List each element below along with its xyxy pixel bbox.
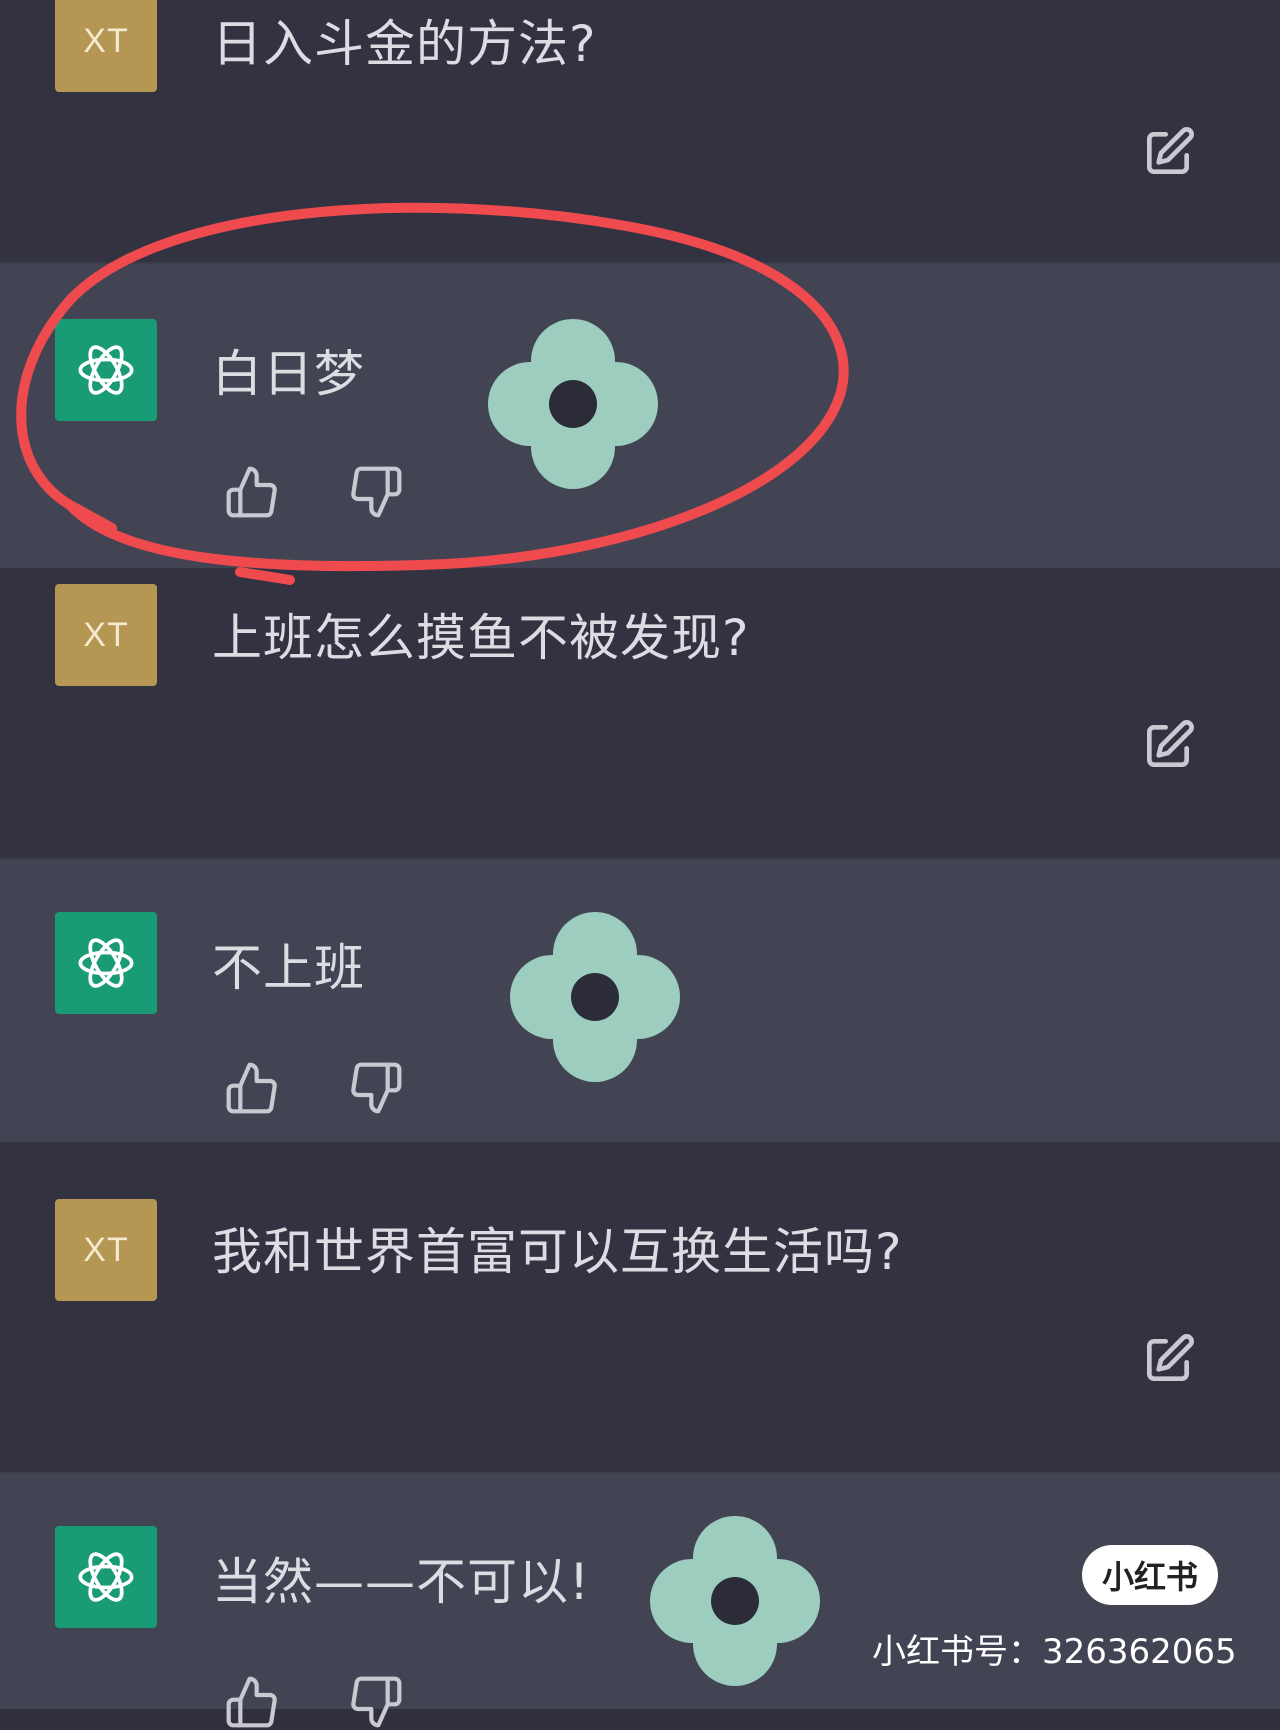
- message-assistant-1: 白日梦: [0, 262, 1280, 570]
- chatgpt-logo-icon: [55, 912, 157, 1014]
- watermark-id: 小红书号：326362065: [872, 1632, 1237, 1672]
- thumbs-up-icon[interactable]: [224, 464, 280, 520]
- assistant-message-text: 不上班: [212, 939, 365, 997]
- user-avatar: XT: [55, 1199, 157, 1301]
- thumbs-down-icon[interactable]: [348, 1674, 404, 1730]
- edit-icon[interactable]: [1140, 718, 1196, 774]
- flower-sticker-icon: [650, 1516, 820, 1686]
- user-message-text: 我和世界首富可以互换生活吗?: [212, 1223, 903, 1281]
- user-avatar: XT: [55, 584, 157, 686]
- assistant-message-text: 当然——不可以!: [212, 1553, 591, 1611]
- user-avatar: XT: [55, 0, 157, 92]
- message-user-2: XT 上班怎么摸鱼不被发现?: [0, 568, 1280, 858]
- user-message-text: 日入斗金的方法?: [212, 15, 597, 73]
- thumbs-down-icon[interactable]: [348, 1060, 404, 1116]
- thumbs-down-icon[interactable]: [348, 464, 404, 520]
- chatgpt-logo-icon: [55, 1526, 157, 1628]
- edit-icon[interactable]: [1140, 125, 1196, 181]
- message-user-3: XT 我和世界首富可以互换生活吗?: [0, 1142, 1280, 1472]
- edit-icon[interactable]: [1140, 1332, 1196, 1388]
- assistant-message-text: 白日梦: [212, 345, 365, 403]
- chatgpt-logo-icon: [55, 319, 157, 421]
- user-message-text: 上班怎么摸鱼不被发现?: [212, 609, 750, 667]
- thumbs-up-icon[interactable]: [224, 1674, 280, 1730]
- flower-sticker-icon: [488, 319, 658, 489]
- message-assistant-2: 不上班: [0, 858, 1280, 1144]
- message-user-1: XT 日入斗金的方法?: [0, 0, 1280, 262]
- flower-sticker-icon: [510, 912, 680, 1082]
- xiaohongshu-badge: 小红书: [1082, 1545, 1218, 1605]
- thumbs-up-icon[interactable]: [224, 1060, 280, 1116]
